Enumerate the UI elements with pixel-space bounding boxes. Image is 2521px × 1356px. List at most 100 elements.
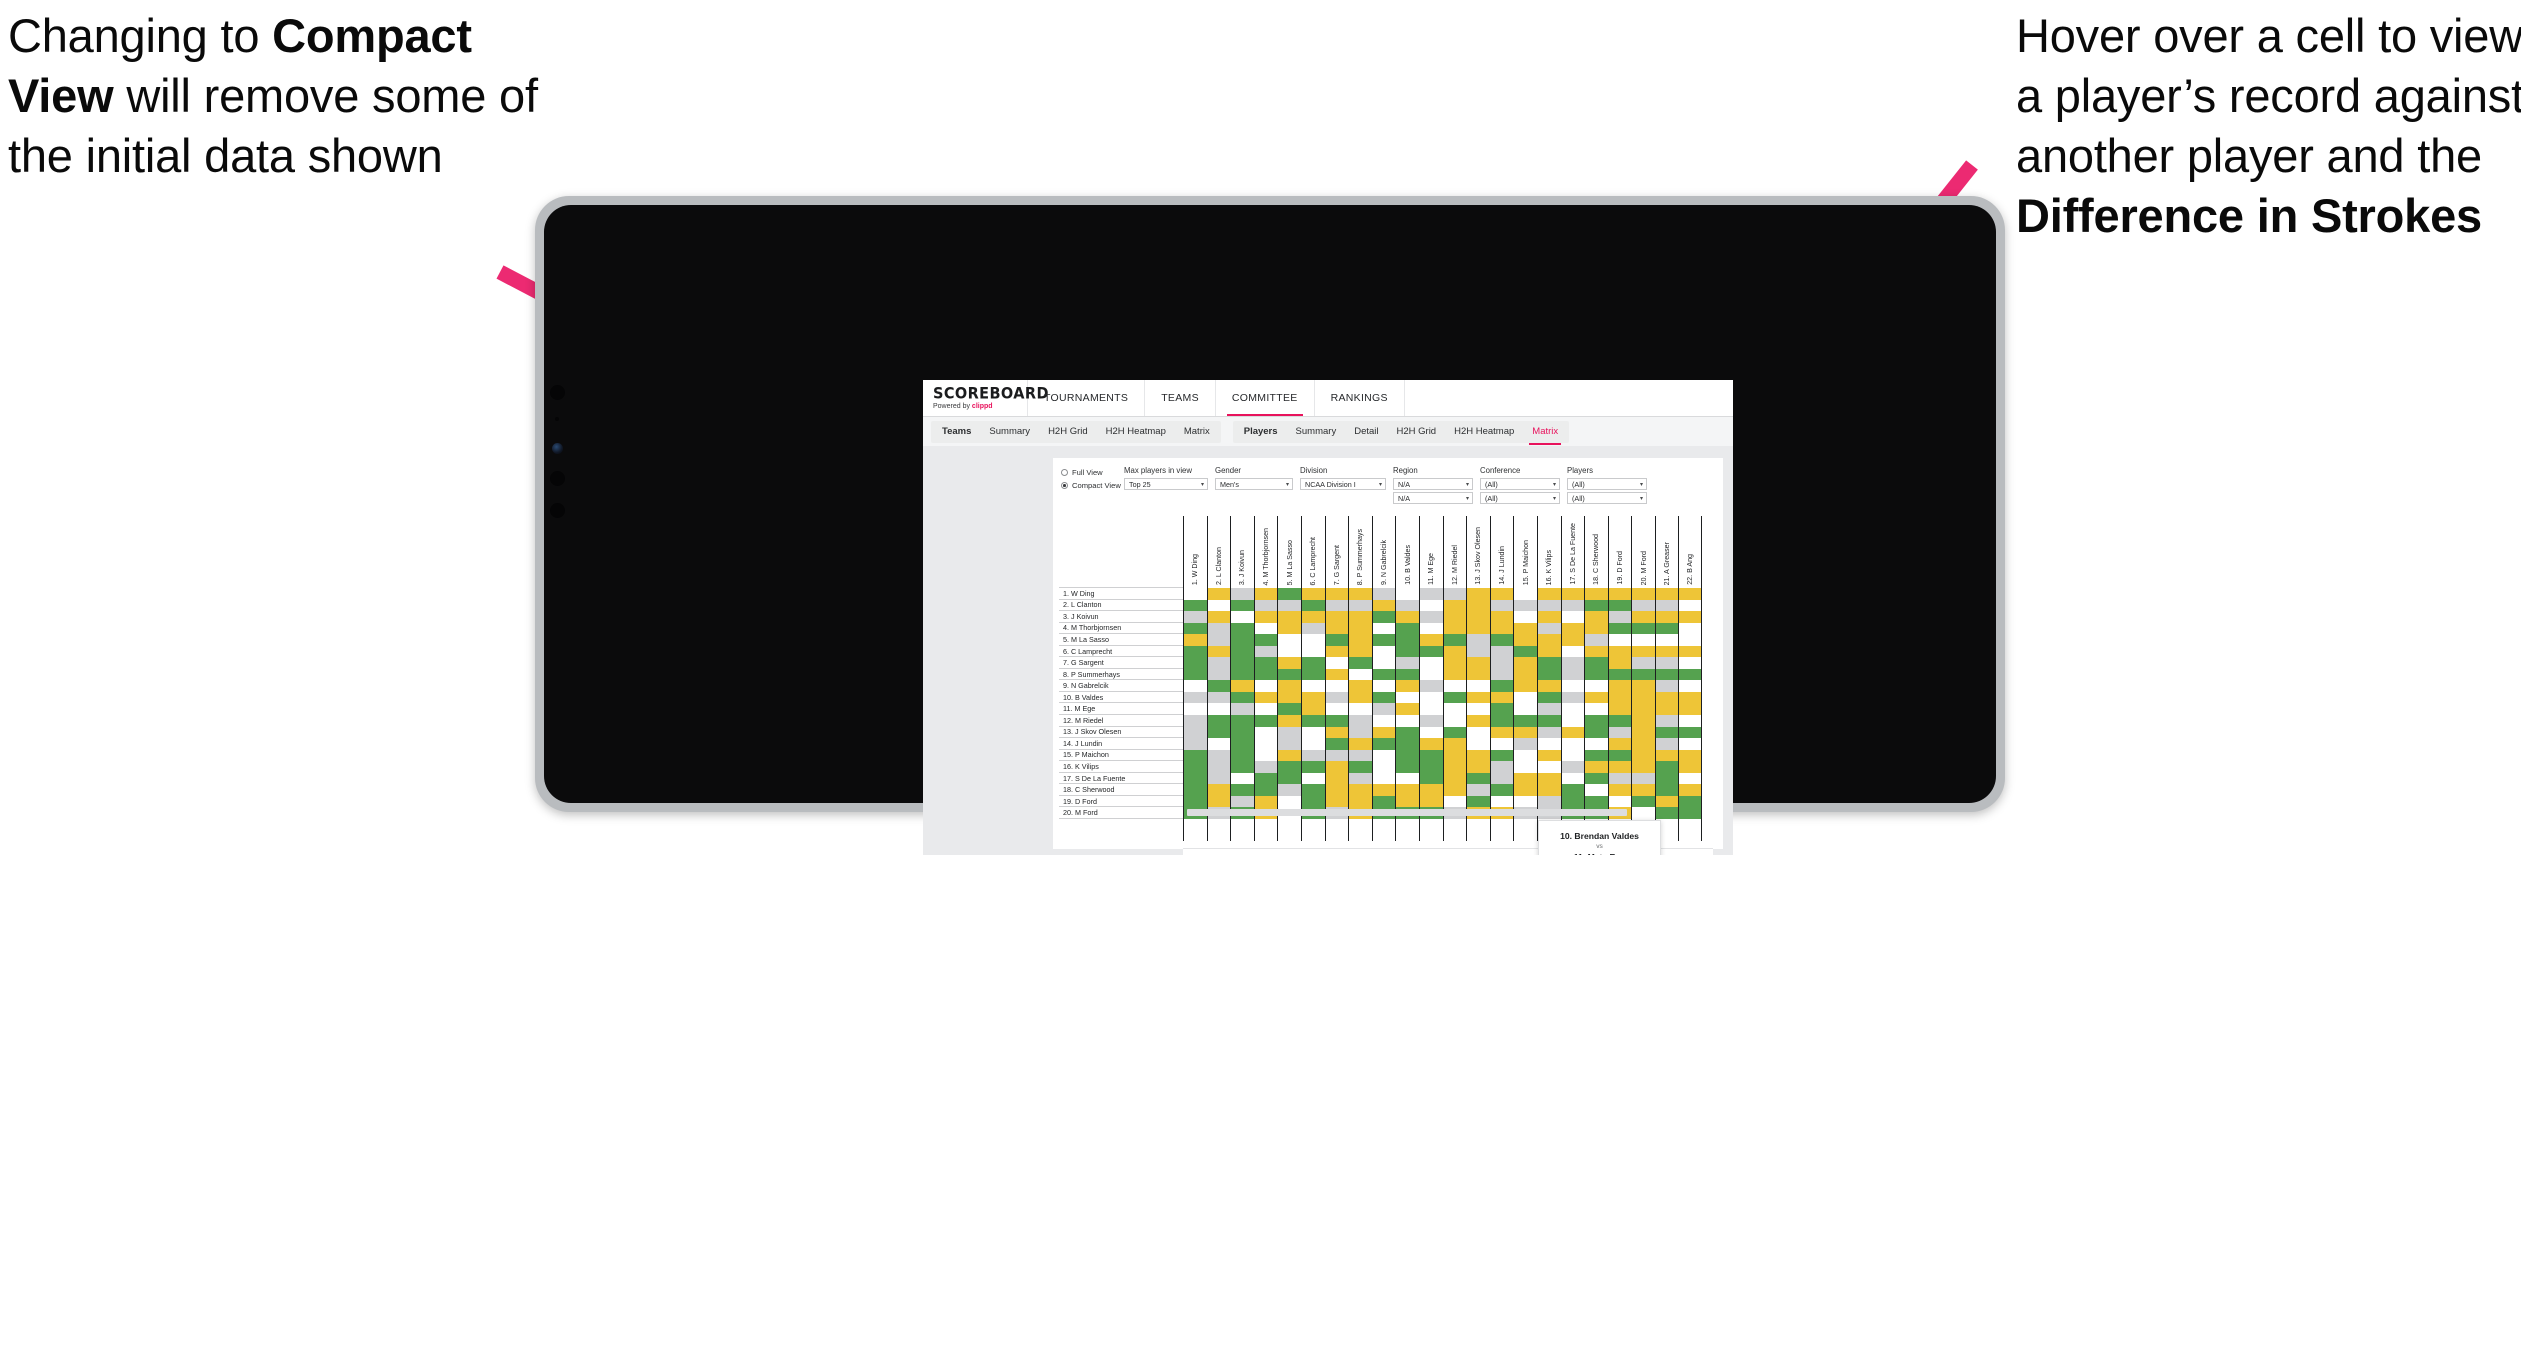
matrix-cell[interactable] — [1277, 726, 1301, 739]
matrix-cell[interactable] — [1678, 634, 1703, 646]
matrix-cell[interactable] — [1536, 668, 1561, 681]
matrix-cell[interactable] — [1418, 691, 1443, 704]
matrix-cell[interactable] — [1560, 784, 1585, 796]
matrix-cell[interactable] — [1654, 680, 1679, 692]
matrix-cell[interactable] — [1678, 645, 1703, 658]
matrix-cell[interactable] — [1183, 645, 1207, 658]
matrix-cell[interactable] — [1348, 795, 1372, 808]
matrix-cell[interactable] — [1678, 772, 1703, 785]
matrix-cell[interactable] — [1253, 634, 1278, 646]
matrix-cell[interactable] — [1584, 738, 1608, 750]
matrix-cell[interactable] — [1324, 657, 1349, 669]
matrix-cell[interactable] — [1277, 622, 1301, 635]
matrix-cell[interactable] — [1206, 738, 1231, 750]
matrix-cell[interactable] — [1442, 645, 1467, 658]
matrix-cell[interactable] — [1230, 726, 1254, 739]
matrix-cell[interactable] — [1371, 634, 1396, 646]
matrix-cell[interactable] — [1654, 691, 1679, 704]
matrix-cell[interactable] — [1277, 680, 1301, 692]
matrix-cell[interactable] — [1607, 772, 1632, 785]
matrix-cell[interactable] — [1654, 657, 1679, 669]
matrix-cell[interactable] — [1678, 749, 1703, 762]
matrix-cell[interactable] — [1324, 738, 1349, 750]
matrix-cell[interactable] — [1584, 645, 1608, 658]
matrix-cell[interactable] — [1395, 761, 1419, 773]
matrix-cell[interactable] — [1489, 749, 1514, 762]
matrix-cell[interactable] — [1395, 634, 1419, 646]
matrix-cell[interactable] — [1277, 691, 1301, 704]
nav-item-teams[interactable]: TEAMS — [1145, 380, 1216, 416]
matrix-cell[interactable] — [1253, 772, 1278, 785]
matrix-cell[interactable] — [1348, 611, 1372, 623]
matrix-cell[interactable] — [1466, 726, 1490, 739]
matrix-cell[interactable] — [1678, 715, 1703, 727]
matrix-cell[interactable] — [1253, 622, 1278, 635]
matrix-cell[interactable] — [1607, 645, 1632, 658]
matrix-cell[interactable] — [1206, 668, 1231, 681]
matrix-cell[interactable] — [1418, 622, 1443, 635]
matrix-cell[interactable] — [1584, 726, 1608, 739]
matrix-cell[interactable] — [1678, 657, 1703, 669]
matrix-cell[interactable] — [1560, 691, 1585, 704]
matrix-cell[interactable] — [1442, 703, 1467, 716]
matrix-cell[interactable] — [1442, 761, 1467, 773]
matrix-cell[interactable] — [1489, 588, 1514, 600]
matrix-cell[interactable] — [1206, 715, 1231, 727]
matrix-cell[interactable] — [1206, 634, 1231, 646]
undo-icon[interactable]: ↺ — [1191, 855, 1208, 856]
matrix-cell[interactable] — [1300, 738, 1325, 750]
matrix-cell[interactable] — [1631, 726, 1655, 739]
matrix-cell[interactable] — [1489, 611, 1514, 623]
matrix-cell[interactable] — [1183, 761, 1207, 773]
matrix-cell[interactable] — [1489, 703, 1514, 716]
matrix-cell[interactable] — [1513, 657, 1537, 669]
matrix-cell[interactable] — [1277, 657, 1301, 669]
select-region-2[interactable]: N/A ▾ — [1393, 492, 1473, 504]
matrix-cell[interactable] — [1466, 784, 1490, 796]
matrix-cell[interactable] — [1678, 738, 1703, 750]
matrix-cell[interactable] — [1395, 622, 1419, 635]
matrix-cell[interactable] — [1253, 784, 1278, 796]
matrix-cell[interactable] — [1442, 738, 1467, 750]
matrix-cell[interactable] — [1230, 599, 1254, 612]
matrix-cell[interactable] — [1536, 703, 1561, 716]
matrix-cell[interactable] — [1277, 588, 1301, 600]
matrix-cell[interactable] — [1253, 726, 1278, 739]
matrix-cell[interactable] — [1489, 772, 1514, 785]
matrix-cell[interactable] — [1348, 634, 1372, 646]
matrix-cell[interactable] — [1418, 657, 1443, 669]
matrix-cell[interactable] — [1277, 668, 1301, 681]
matrix-cell[interactable] — [1536, 588, 1561, 600]
matrix-cell[interactable] — [1395, 784, 1419, 796]
matrix-cell[interactable] — [1560, 599, 1585, 612]
refresh-icon[interactable]: ⟳ — [1242, 855, 1259, 856]
matrix-cell[interactable] — [1584, 761, 1608, 773]
matrix-cell[interactable] — [1560, 622, 1585, 635]
matrix-cell[interactable] — [1513, 761, 1537, 773]
nav-item-committee[interactable]: COMMITTEE — [1216, 380, 1315, 416]
matrix-cell[interactable] — [1607, 657, 1632, 669]
matrix-cell[interactable] — [1324, 622, 1349, 635]
matrix-cell[interactable] — [1183, 703, 1207, 716]
matrix-cell[interactable] — [1324, 645, 1349, 658]
matrix-cell[interactable] — [1371, 668, 1396, 681]
matrix-cell[interactable] — [1560, 761, 1585, 773]
matrix-cell[interactable] — [1348, 784, 1372, 796]
matrix-cell[interactable] — [1631, 772, 1655, 785]
matrix-cell[interactable] — [1466, 622, 1490, 635]
matrix-cell[interactable] — [1300, 749, 1325, 762]
matrix-cell[interactable] — [1230, 680, 1254, 692]
matrix-cell[interactable] — [1607, 680, 1632, 692]
matrix-cell[interactable] — [1418, 599, 1443, 612]
matrix-cell[interactable] — [1607, 634, 1632, 646]
matrix-cell[interactable] — [1183, 691, 1207, 704]
select-players-2[interactable]: (All) ▾ — [1567, 492, 1647, 504]
matrix-cell[interactable] — [1418, 738, 1443, 750]
matrix-cell[interactable] — [1183, 611, 1207, 623]
matrix-cell[interactable] — [1442, 668, 1467, 681]
matrix-cell[interactable] — [1489, 784, 1514, 796]
matrix-cell[interactable] — [1631, 657, 1655, 669]
matrix-cell[interactable] — [1206, 726, 1231, 739]
matrix-cell[interactable] — [1395, 691, 1419, 704]
matrix-cell[interactable] — [1466, 599, 1490, 612]
